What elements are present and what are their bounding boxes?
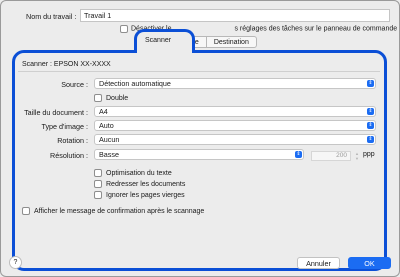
- highlight-tab-outline: Scanner: [134, 29, 195, 53]
- confirm-message-checkbox[interactable]: [22, 207, 30, 215]
- straighten-checkbox[interactable]: [94, 180, 102, 188]
- resolution-label: Résolution :: [50, 151, 88, 160]
- source-label: Source :: [61, 80, 88, 89]
- chevron-updown-icon: ⇕: [367, 122, 374, 129]
- image-type-select[interactable]: Auto ⇕: [94, 120, 376, 131]
- rotation-value: Aucun: [99, 135, 120, 144]
- resolution-select[interactable]: Basse ⇕: [94, 149, 304, 160]
- resolution-number-field[interactable]: 200: [311, 151, 351, 161]
- resolution-unit: ppp: [363, 151, 375, 158]
- source-select[interactable]: Détection automatique ⇕: [94, 78, 376, 89]
- help-button[interactable]: ?: [9, 256, 22, 269]
- doc-size-value: A4: [99, 107, 108, 116]
- doc-size-label: Taille du document :: [24, 108, 88, 117]
- source-value: Détection automatique: [99, 79, 171, 88]
- divider: [18, 71, 380, 72]
- resolution-stepper[interactable]: ▲ ▼: [354, 151, 360, 161]
- job-name-label: Nom du travail :: [26, 12, 77, 21]
- skip-blank-checkbox[interactable]: [94, 191, 102, 199]
- cancel-button[interactable]: Annuler: [297, 257, 340, 269]
- image-type-value: Auto: [99, 121, 114, 130]
- straighten-option[interactable]: Redresser les documents: [94, 180, 185, 188]
- confirm-message-label: Afficher le message de confirmation aprè…: [34, 207, 205, 215]
- skip-blank-option[interactable]: Ignorer les pages vierges: [94, 191, 185, 199]
- resolution-value: Basse: [99, 150, 119, 159]
- rotation-label: Rotation :: [57, 136, 88, 145]
- confirm-message-option[interactable]: Afficher le message de confirmation aprè…: [22, 207, 204, 215]
- chevron-updown-icon: ⇕: [295, 151, 302, 158]
- disable-panel-settings-label-right: s réglages des tâches sur le panneau de …: [234, 25, 398, 33]
- disable-panel-settings-checkbox[interactable]: [120, 25, 128, 33]
- scan-settings-window: Nom du travail : Travail 1 Désactiver le…: [0, 0, 400, 277]
- double-option[interactable]: Double: [94, 94, 128, 102]
- text-optimization-checkbox[interactable]: [94, 169, 102, 177]
- doc-size-select[interactable]: A4 ⇕: [94, 106, 376, 117]
- double-checkbox[interactable]: [94, 94, 102, 102]
- image-type-label: Type d'image :: [41, 122, 88, 131]
- job-name-input[interactable]: Travail 1: [80, 9, 390, 22]
- rotation-select[interactable]: Aucun ⇕: [94, 134, 376, 145]
- chevron-updown-icon: ⇕: [367, 80, 374, 87]
- ok-button[interactable]: OK: [348, 257, 391, 269]
- highlight-tab-label: Scanner: [145, 37, 172, 44]
- tab-destination[interactable]: Destination: [206, 36, 257, 48]
- text-optimization-option[interactable]: Optimisation du texte: [94, 169, 172, 177]
- skip-blank-label: Ignorer les pages vierges: [106, 191, 185, 199]
- straighten-label: Redresser les documents: [106, 180, 186, 188]
- text-optimization-label: Optimisation du texte: [106, 169, 172, 177]
- chevron-updown-icon: ⇕: [367, 108, 374, 115]
- scanner-name: Scanner : EPSON XX-XXXX: [22, 61, 111, 68]
- chevron-updown-icon: ⇕: [367, 136, 374, 143]
- double-label: Double: [106, 94, 129, 102]
